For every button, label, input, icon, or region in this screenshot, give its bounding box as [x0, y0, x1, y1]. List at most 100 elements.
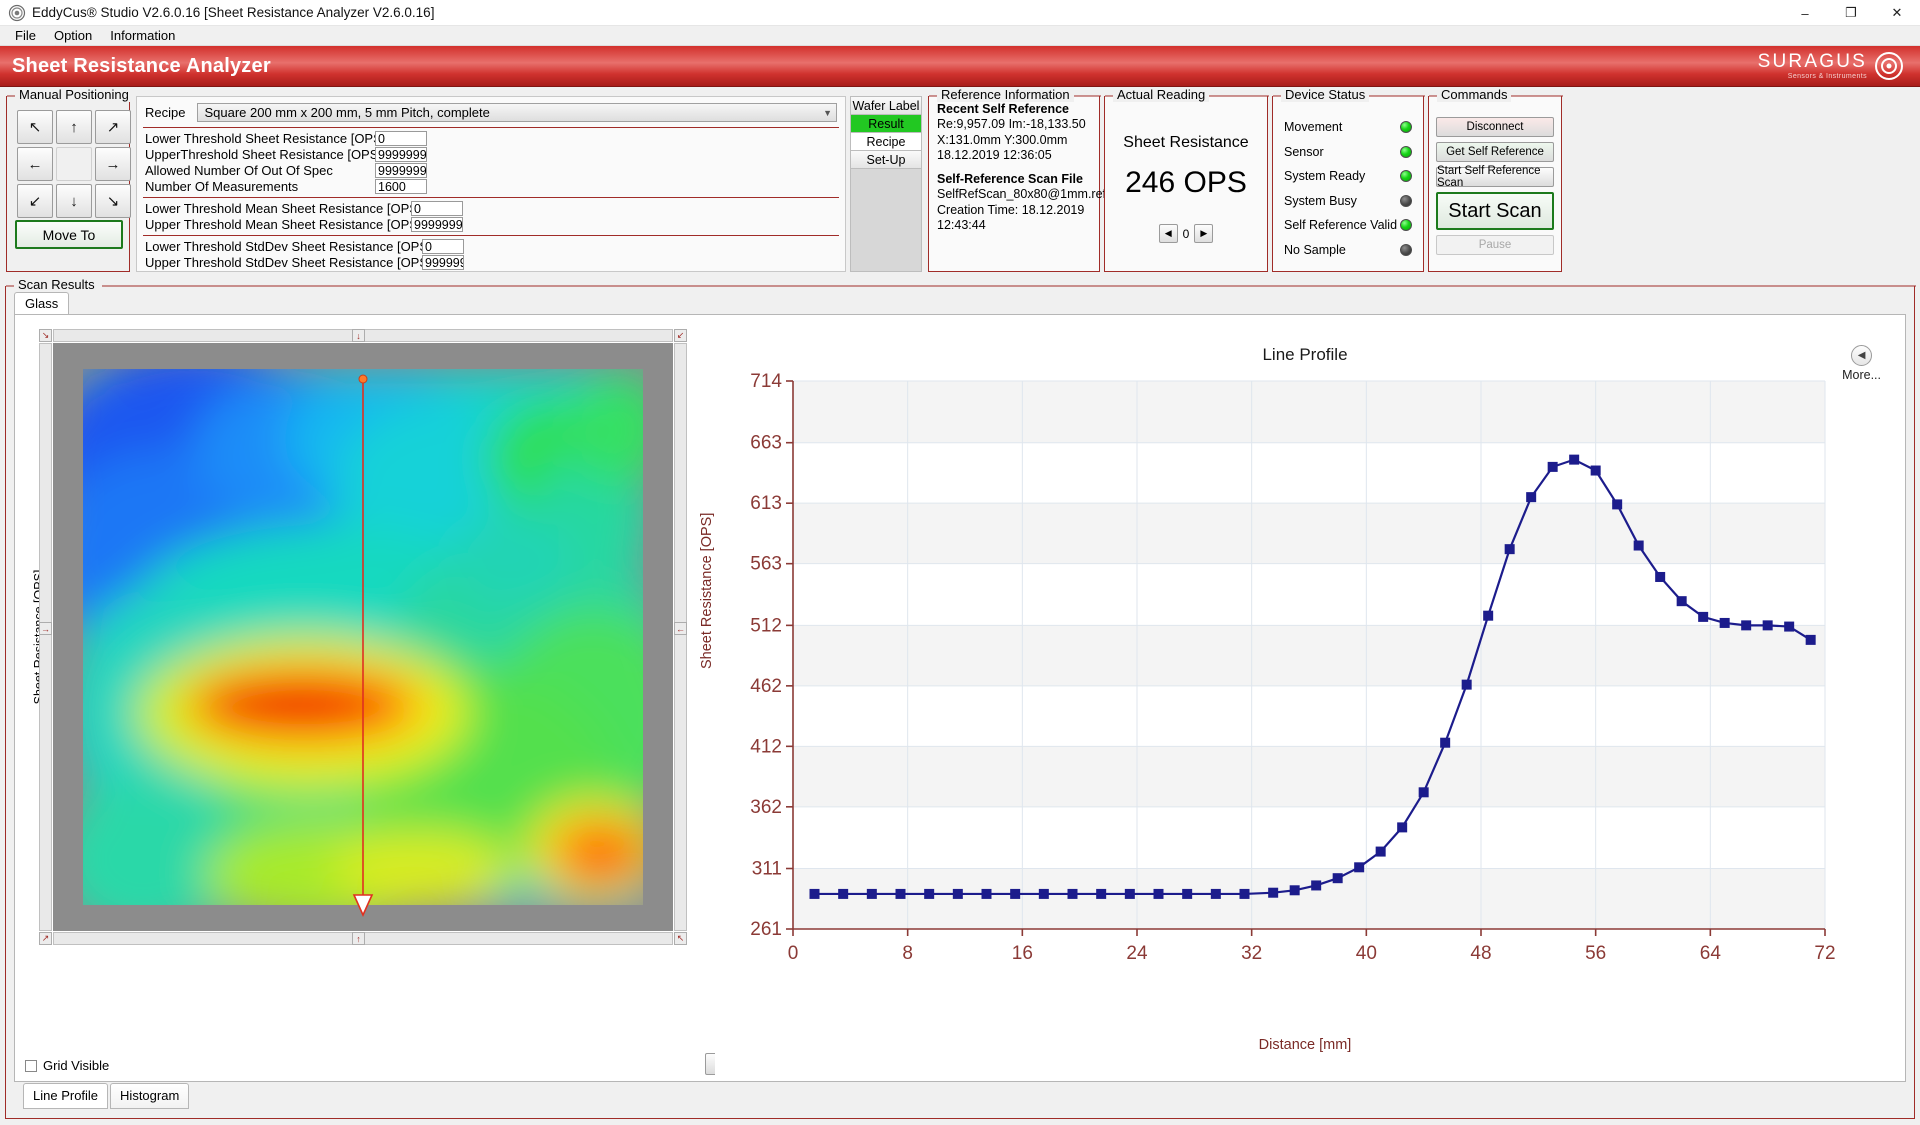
- svg-text:16: 16: [1012, 943, 1033, 964]
- grid-visible-label: Grid Visible: [43, 1058, 110, 1073]
- number-of-measurements-input[interactable]: 1600: [375, 179, 427, 194]
- lower-threshold-stddev-sr-input[interactable]: 0: [422, 239, 464, 254]
- heatmap-scrollbar-right[interactable]: [674, 343, 687, 931]
- reading-prev-button[interactable]: ◀: [1158, 224, 1178, 243]
- maximize-button[interactable]: ❐: [1828, 0, 1874, 26]
- upper-threshold-mean-sr-input[interactable]: 9999999: [411, 217, 463, 232]
- upper-threshold-stddev-sr-label: Upper Threshold StdDev Sheet Resistance …: [145, 255, 432, 270]
- svg-text:512: 512: [750, 615, 782, 636]
- tab-glass[interactable]: Glass: [14, 292, 70, 315]
- heatmap-scrollbar-left[interactable]: [39, 343, 52, 931]
- actual-reading-group: Actual Reading Sheet Resistance 246 OPS …: [1104, 87, 1269, 272]
- tab-histogram[interactable]: Histogram: [110, 1083, 190, 1109]
- close-button[interactable]: ✕: [1874, 0, 1920, 26]
- svg-text:48: 48: [1470, 943, 1491, 964]
- svg-text:563: 563: [750, 554, 782, 575]
- divider-1: [143, 127, 839, 128]
- heatmap-image[interactable]: [83, 369, 643, 905]
- pause-button: Pause: [1436, 235, 1554, 255]
- logo-tagline: Sensors & Instruments: [1787, 73, 1867, 80]
- chart-plot-area[interactable]: 261 311 362 412 462 512 563 613 663 714 0 8 16 24 32 40…: [715, 369, 1895, 1029]
- scroll-w-icon[interactable]: →: [39, 622, 52, 635]
- number-of-measurements-label: Number Of Measurements: [145, 179, 299, 194]
- scroll-n-icon[interactable]: ↓: [352, 329, 365, 342]
- scroll-nw-icon[interactable]: ↘: [39, 329, 52, 342]
- view-tabs: Line Profile Histogram: [23, 1083, 190, 1109]
- tab-result[interactable]: Result: [851, 115, 921, 133]
- svg-text:24: 24: [1126, 943, 1148, 964]
- tab-wafer-label[interactable]: Wafer Label: [851, 97, 921, 115]
- svg-text:362: 362: [750, 797, 782, 818]
- heatmap-canvas[interactable]: [53, 343, 673, 931]
- self-reference-file-creation-time: Creation Time: 18.12.2019 12:43:44: [937, 202, 1085, 232]
- suragus-logo: SURAGUS Sensors & Instruments: [1758, 51, 1920, 81]
- menu-item-option[interactable]: Option: [45, 27, 101, 44]
- allowed-out-of-spec-label: Allowed Number Of Out Of Spec: [145, 163, 333, 178]
- commands-legend: Commands: [1437, 87, 1512, 102]
- tab-recipe[interactable]: Recipe: [851, 133, 921, 151]
- status-label-sensor: Sensor: [1284, 144, 1324, 159]
- actual-reading-legend: Actual Reading: [1113, 87, 1210, 102]
- manual-positioning-group: Manual Positioning ↖ ↑ ↗ ← → ↙ ↓ ↘ Move …: [6, 87, 133, 272]
- upper-threshold-stddev-sr-input[interactable]: 9999999: [422, 255, 464, 270]
- sample-tabstrip: Glass: [14, 292, 70, 315]
- move-up-right-button[interactable]: ↗: [95, 110, 131, 144]
- status-led-no-sample: [1400, 243, 1412, 256]
- start-scan-button[interactable]: Start Scan: [1436, 192, 1554, 230]
- logo-brand: SURAGUS: [1757, 51, 1867, 72]
- lower-threshold-mean-sr-label: Lower Threshold Mean Sheet Resistance [O…: [145, 201, 422, 216]
- svg-text:311: 311: [752, 859, 782, 880]
- scroll-se-icon[interactable]: ↖: [674, 932, 687, 945]
- logo-mark-icon: [1875, 52, 1903, 80]
- reading-index: 0: [1182, 226, 1190, 241]
- recent-self-reference-line-2: X:131.0mm Y:300.0mm: [937, 132, 1068, 147]
- status-led-sensor: [1400, 145, 1412, 158]
- status-label-system-ready: System Ready: [1284, 169, 1366, 184]
- grid-visible-checkbox[interactable]: [25, 1059, 37, 1072]
- scan-results-panel: Sheet Resistance [OPS] 653 549 446 342 2…: [14, 314, 1906, 1109]
- status-label-self-reference-valid: Self Reference Valid: [1284, 218, 1398, 233]
- move-down-button[interactable]: ↓: [56, 184, 92, 218]
- allowed-out-of-spec-input[interactable]: 9999999: [375, 163, 427, 178]
- app-icon: [8, 4, 26, 21]
- window-controls: – ❐ ✕: [1782, 0, 1920, 26]
- menu-item-file[interactable]: File: [6, 27, 45, 44]
- svg-text:0: 0: [788, 943, 799, 964]
- tab-line-profile[interactable]: Line Profile: [23, 1083, 109, 1109]
- scroll-sw-icon[interactable]: ↗: [39, 932, 52, 945]
- start-self-reference-scan-button[interactable]: Start Self Reference Scan: [1436, 165, 1554, 189]
- get-self-reference-button[interactable]: Get Self Reference: [1436, 142, 1554, 162]
- lower-threshold-sr-input[interactable]: 0: [375, 131, 427, 146]
- status-label-movement: Movement: [1284, 120, 1343, 135]
- app-banner: Sheet Resistance Analyzer SURAGUS Sensor…: [0, 46, 1920, 87]
- move-down-right-button[interactable]: ↘: [95, 184, 131, 218]
- scroll-s-icon[interactable]: ↑: [352, 932, 365, 945]
- status-label-system-busy: System Busy: [1284, 193, 1357, 208]
- reading-next-button[interactable]: ▶: [1194, 224, 1214, 243]
- recipe-select[interactable]: Square 200 mm x 200 mm, 5 mm Pitch, comp…: [197, 103, 837, 122]
- self-reference-file-name: SelfRefScan_80x80@1mm.refscan: [937, 187, 1133, 202]
- move-to-button[interactable]: Move To: [15, 220, 123, 249]
- move-right-button[interactable]: →: [95, 147, 131, 181]
- status-row-system-ready: System Ready: [1273, 164, 1423, 189]
- status-label-no-sample: No Sample: [1284, 242, 1346, 257]
- scan-results-legend: Scan Results: [14, 277, 99, 292]
- upper-threshold-sr-input[interactable]: 9999999: [375, 147, 427, 162]
- reference-information-legend: Reference Information: [937, 87, 1074, 102]
- chevron-down-icon: ▼: [823, 107, 832, 118]
- minimize-button[interactable]: –: [1782, 0, 1828, 26]
- disconnect-button[interactable]: Disconnect: [1436, 117, 1554, 137]
- menu-item-information[interactable]: Information: [101, 27, 184, 44]
- move-up-button[interactable]: ↑: [56, 110, 92, 144]
- grid-visible-row: Grid Visible: [25, 1058, 109, 1073]
- reference-information-group: Reference Information Recent Self Refere…: [928, 87, 1133, 272]
- lower-threshold-mean-sr-input[interactable]: 0: [411, 201, 463, 216]
- actual-reading-label: Sheet Resistance: [1123, 134, 1249, 151]
- tab-set-up[interactable]: Set-Up: [851, 151, 921, 169]
- move-up-left-button[interactable]: ↖: [17, 110, 53, 144]
- scroll-ne-icon[interactable]: ↙: [674, 329, 687, 342]
- scroll-e-icon[interactable]: ←: [674, 622, 687, 635]
- move-left-button[interactable]: ←: [17, 147, 53, 181]
- move-down-left-button[interactable]: ↙: [17, 184, 53, 218]
- commands-group: Commands Disconnect Get Self Reference S…: [1428, 87, 1563, 272]
